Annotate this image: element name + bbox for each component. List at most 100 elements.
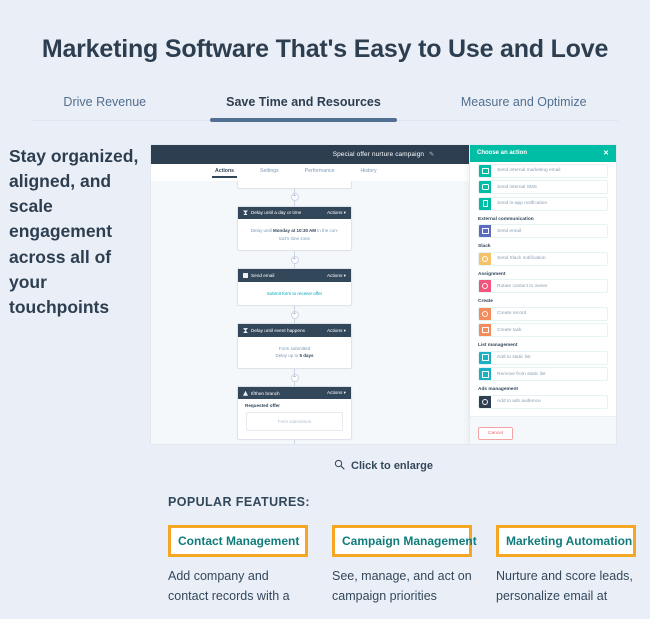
workflow-tab-settings[interactable]: Settings (260, 168, 279, 177)
action-item-send-internal-marketing-email[interactable]: Send internal marketing email (478, 163, 608, 178)
popular-features-title: POPULAR FEATURES: (168, 494, 310, 509)
tab-label: Drive Revenue (63, 94, 147, 109)
choose-action-list[interactable]: Send internal marketing email Send inter… (470, 162, 616, 416)
workflow-step-body: Delay until Monday at 10:30 AM in the co… (238, 219, 351, 250)
page-title: Marketing Software That's Easy to Use an… (41, 34, 609, 63)
feature-column: Campaign Management See, manage, and act… (332, 524, 477, 607)
workflow-step-card[interactable]: Delay until event happens Actions ▾ Form… (237, 323, 352, 370)
workflow-step-actions-menu[interactable]: Actions ▾ (327, 210, 346, 216)
delay-text-line2: tact's time zone (278, 235, 311, 241)
add-step-button[interactable]: + (290, 373, 299, 382)
tab-save-time-and-resources[interactable]: Save Time and Resources (186, 95, 421, 122)
workflow-step-actions-menu[interactable]: Actions ▾ (327, 390, 346, 396)
workflow-step-card[interactable]: Delay until a day or time Actions ▾ Dela… (237, 205, 352, 252)
envelope-icon (479, 225, 491, 238)
click-to-enlarge-label: Click to enlarge (351, 459, 433, 472)
choose-action-footer: Cancel (470, 415, 616, 444)
feature-link-contact-management[interactable]: Contact Management (168, 524, 308, 557)
workflow-connector: + (237, 251, 352, 268)
feature-link-campaign-management[interactable]: Campaign Management (332, 524, 477, 557)
workflow-step-title: Send email (251, 273, 275, 279)
workflow-tab-history[interactable]: History (360, 168, 376, 177)
action-group-external-communication: External communication (478, 216, 534, 222)
workflow-step-header: Send email Actions ▾ (238, 269, 351, 282)
workflow-step-header: Delay until a day or time Actions ▾ (238, 206, 351, 220)
action-item-send-slack-notification[interactable]: Send Slack notification (478, 251, 608, 266)
popular-features-section: POPULAR FEATURES: Contact Management Add… (0, 495, 650, 607)
tab-bar: Drive Revenue Save Time and Resources Me… (32, 87, 618, 122)
choose-action-title: Choose an action (477, 150, 528, 157)
event-text: Form submitted (278, 345, 311, 351)
action-item-label: Add to static list (497, 355, 531, 361)
feature-columns: Contact Management Add company and conta… (168, 524, 650, 607)
workflow-step-body: Submit form to receive offer (238, 282, 351, 306)
workflow-step-title: Delay until a day or time (251, 210, 302, 216)
action-item-remove-from-static-list[interactable]: Remove from static list (478, 367, 608, 382)
branch-icon (243, 390, 248, 396)
hourglass-icon (243, 328, 248, 334)
screenshot-wrapper: Special offer nurture campaign ✎ Actions… (150, 143, 650, 473)
choose-action-header: Choose an action ✕ (470, 144, 616, 162)
action-item-add-to-static-list[interactable]: Add to static list (478, 350, 608, 365)
workflow-step-header: If/then branch Actions ▾ (238, 387, 351, 400)
delay-text-post: in the con- (316, 228, 339, 234)
pencil-icon[interactable]: ✎ (429, 151, 434, 158)
tab-label: Measure and Optimize (460, 94, 587, 109)
workflow-step-card[interactable]: If/then branch Actions ▾ Requested offer… (237, 386, 352, 441)
feature-column: Marketing Automation Nurture and score l… (496, 524, 636, 607)
action-item-send-email[interactable]: Send email (478, 224, 608, 239)
product-screenshot[interactable]: Special offer nurture campaign ✎ Actions… (150, 143, 617, 445)
bell-icon (479, 197, 491, 210)
magnifier-icon (334, 459, 345, 473)
workflow-step-actions-menu[interactable]: Actions ▾ (327, 328, 346, 334)
action-group-create: Create (478, 299, 493, 305)
envelope-icon (479, 164, 491, 177)
feature-link-marketing-automation[interactable]: Marketing Automation (496, 524, 636, 557)
click-to-enlarge-button[interactable]: Click to enlarge (150, 459, 617, 473)
tab-drive-revenue[interactable]: Drive Revenue (23, 95, 186, 120)
branch-sub-label: Requested offer (245, 403, 280, 409)
envelope-icon (243, 273, 248, 279)
chat-icon (479, 181, 491, 194)
workflow-connector: + (237, 306, 352, 323)
cancel-button[interactable]: Cancel (478, 426, 513, 440)
action-item-create-task[interactable]: Create task (478, 323, 608, 338)
action-group-slack: Slack (478, 244, 491, 250)
workflow-step-card[interactable]: Send email Actions ▾ Submit form to rece… (237, 268, 352, 307)
close-icon[interactable]: ✕ (603, 149, 609, 157)
email-link[interactable]: Submit form to receive offer (267, 291, 322, 296)
action-item-send-in-app-notification[interactable]: Send in-app notification (478, 196, 608, 211)
add-step-button[interactable]: + (290, 255, 299, 264)
action-item-label: Remove from static list (497, 371, 546, 377)
add-step-button[interactable]: + (290, 193, 299, 202)
delay-text-pre: Delay until (250, 228, 273, 234)
person-icon (479, 280, 491, 293)
action-item-label: Add to ads audience (497, 399, 541, 405)
feature-description: Add company and contact records with a (168, 568, 290, 603)
record-icon (479, 307, 491, 320)
hourglass-icon (243, 210, 248, 216)
action-item-send-internal-sms[interactable]: Send internal SMS (478, 180, 608, 195)
action-item-label: Send internal marketing email (497, 168, 561, 174)
workflow-step-partial[interactable] (237, 180, 352, 189)
workflow-tab-performance[interactable]: Performance (305, 168, 335, 177)
action-item-label: Create record (497, 311, 527, 317)
left-copy-text: Stay organized, aligned, and scale engag… (9, 145, 139, 317)
action-item-rotate-contact-to-owner[interactable]: Rotate contact to owner (478, 279, 608, 294)
workflow-step-body: Form submitted Delay up to 5 days (238, 337, 351, 368)
ads-icon (479, 395, 491, 408)
action-item-label: Send internal SMS (497, 184, 537, 190)
list-add-icon (479, 351, 491, 364)
action-item-create-record[interactable]: Create record (478, 306, 608, 321)
content-row: Stay organized, aligned, and scale engag… (0, 143, 650, 473)
workflow-step-actions-menu[interactable]: Actions ▾ (327, 273, 346, 279)
action-item-label: Send email (497, 228, 521, 234)
action-group-list-management: List management (478, 343, 518, 349)
action-item-add-to-ads-audience[interactable]: Add to ads audience (478, 394, 608, 409)
add-step-button[interactable]: + (290, 310, 299, 319)
action-item-label: Create task (497, 327, 522, 333)
workflow-tab-actions[interactable]: Actions (211, 168, 238, 178)
tab-measure-and-optimize[interactable]: Measure and Optimize (421, 95, 627, 120)
workflow-step-title: Delay until event happens (251, 328, 305, 334)
workflow-step-column: + Delay until a day or time Actions ▾ De… (237, 180, 352, 441)
